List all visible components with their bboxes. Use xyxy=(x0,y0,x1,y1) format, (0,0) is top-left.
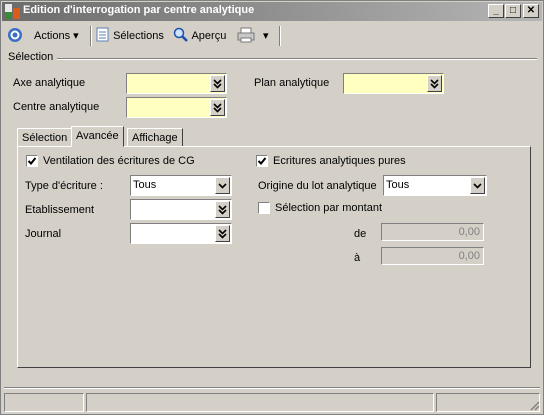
checkmark-icon xyxy=(27,157,37,165)
type-ecriture-label: Type d'écriture : xyxy=(25,180,103,192)
status-cell xyxy=(4,393,84,412)
apercu-label: Aperçu xyxy=(191,30,227,42)
axe-analytique-label: Axe analytique xyxy=(13,77,86,89)
montant-de-label: de xyxy=(354,228,367,240)
montant-a-label: à xyxy=(354,252,361,264)
ecritures-pures-checkbox[interactable] xyxy=(256,155,268,167)
status-cell xyxy=(436,393,540,412)
selections-button[interactable]: Sélections xyxy=(96,27,164,45)
origine-lot-value: Tous xyxy=(386,179,410,191)
ecritures-pures-label: Ecritures analytiques pures xyxy=(273,155,406,167)
etablissement-combo[interactable] xyxy=(130,199,232,220)
target-icon[interactable] xyxy=(7,27,23,45)
tab-affichage[interactable]: Affichage xyxy=(127,128,183,147)
journal-label: Journal xyxy=(25,228,62,240)
chevron-down-icon[interactable] xyxy=(470,177,485,194)
tab-panel-avancee: Ventilation des écritures de CG Ecriture… xyxy=(17,146,531,368)
tab-selection[interactable]: Sélection xyxy=(17,128,73,147)
type-ecriture-value: Tous xyxy=(133,179,157,191)
magnifier-icon xyxy=(173,27,188,42)
centre-analytique-combo[interactable] xyxy=(126,97,227,118)
group-divider xyxy=(57,58,537,60)
checkmark-icon xyxy=(257,157,267,165)
double-chevron-down-icon[interactable] xyxy=(210,75,225,92)
main-window: Edition d'interrogation par centre analy… xyxy=(0,0,544,415)
toolbar-separator xyxy=(90,26,92,46)
printer-icon xyxy=(237,27,255,43)
origine-lot-label: Origine du lot analytique xyxy=(258,180,377,192)
apercu-button[interactable]: Aperçu xyxy=(173,27,226,45)
chevron-down-icon[interactable] xyxy=(215,177,230,194)
chevron-down-icon: ▾ xyxy=(73,30,79,42)
resize-grip-icon[interactable] xyxy=(528,399,540,411)
double-chevron-down-icon[interactable] xyxy=(215,201,230,218)
app-icon xyxy=(5,4,21,20)
status-cell xyxy=(86,393,434,412)
tab-avancee[interactable]: Avancée xyxy=(71,126,124,147)
actions-label: Actions xyxy=(34,30,71,42)
journal-combo[interactable] xyxy=(130,223,232,244)
print-dropdown-chevron-icon[interactable]: ▾ xyxy=(263,27,269,45)
maximize-button[interactable]: □ xyxy=(505,4,521,18)
ventilation-checkbox[interactable] xyxy=(26,155,38,167)
toolbar-separator xyxy=(279,26,281,46)
centre-analytique-label: Centre analytique xyxy=(13,101,100,113)
close-button[interactable]: ✕ xyxy=(523,4,539,18)
double-chevron-down-icon[interactable] xyxy=(210,99,225,116)
etablissement-label: Etablissement xyxy=(25,204,95,216)
montant-a-field[interactable]: 0,00 xyxy=(381,247,484,265)
origine-lot-select[interactable]: Tous xyxy=(383,175,487,196)
actions-menu-button[interactable]: Actions ▾ xyxy=(34,27,79,45)
selection-group-label: Sélection xyxy=(8,51,54,63)
plan-analytique-label: Plan analytique xyxy=(254,77,330,89)
document-icon xyxy=(96,27,109,42)
selections-label: Sélections xyxy=(113,30,164,42)
double-chevron-down-icon[interactable] xyxy=(215,225,230,242)
title-bar[interactable]: Edition d'interrogation par centre analy… xyxy=(2,2,542,21)
toolbar: Actions ▾ Sélections Aperçu ▾ xyxy=(3,23,541,49)
montant-de-field[interactable]: 0,00 xyxy=(381,223,484,241)
plan-analytique-combo[interactable] xyxy=(343,73,444,94)
minimize-button[interactable]: _ xyxy=(488,4,504,18)
selection-montant-label: Sélection par montant xyxy=(275,202,383,214)
type-ecriture-select[interactable]: Tous xyxy=(130,175,232,196)
ventilation-label: Ventilation des écritures de CG xyxy=(43,155,195,167)
selection-montant-checkbox[interactable] xyxy=(258,202,270,214)
divider xyxy=(4,387,540,389)
axe-analytique-combo[interactable] xyxy=(126,73,227,94)
window-title: Edition d'interrogation par centre analy… xyxy=(23,4,255,16)
status-bar xyxy=(4,393,542,412)
print-button[interactable] xyxy=(237,27,257,45)
double-chevron-down-icon[interactable] xyxy=(427,75,442,92)
